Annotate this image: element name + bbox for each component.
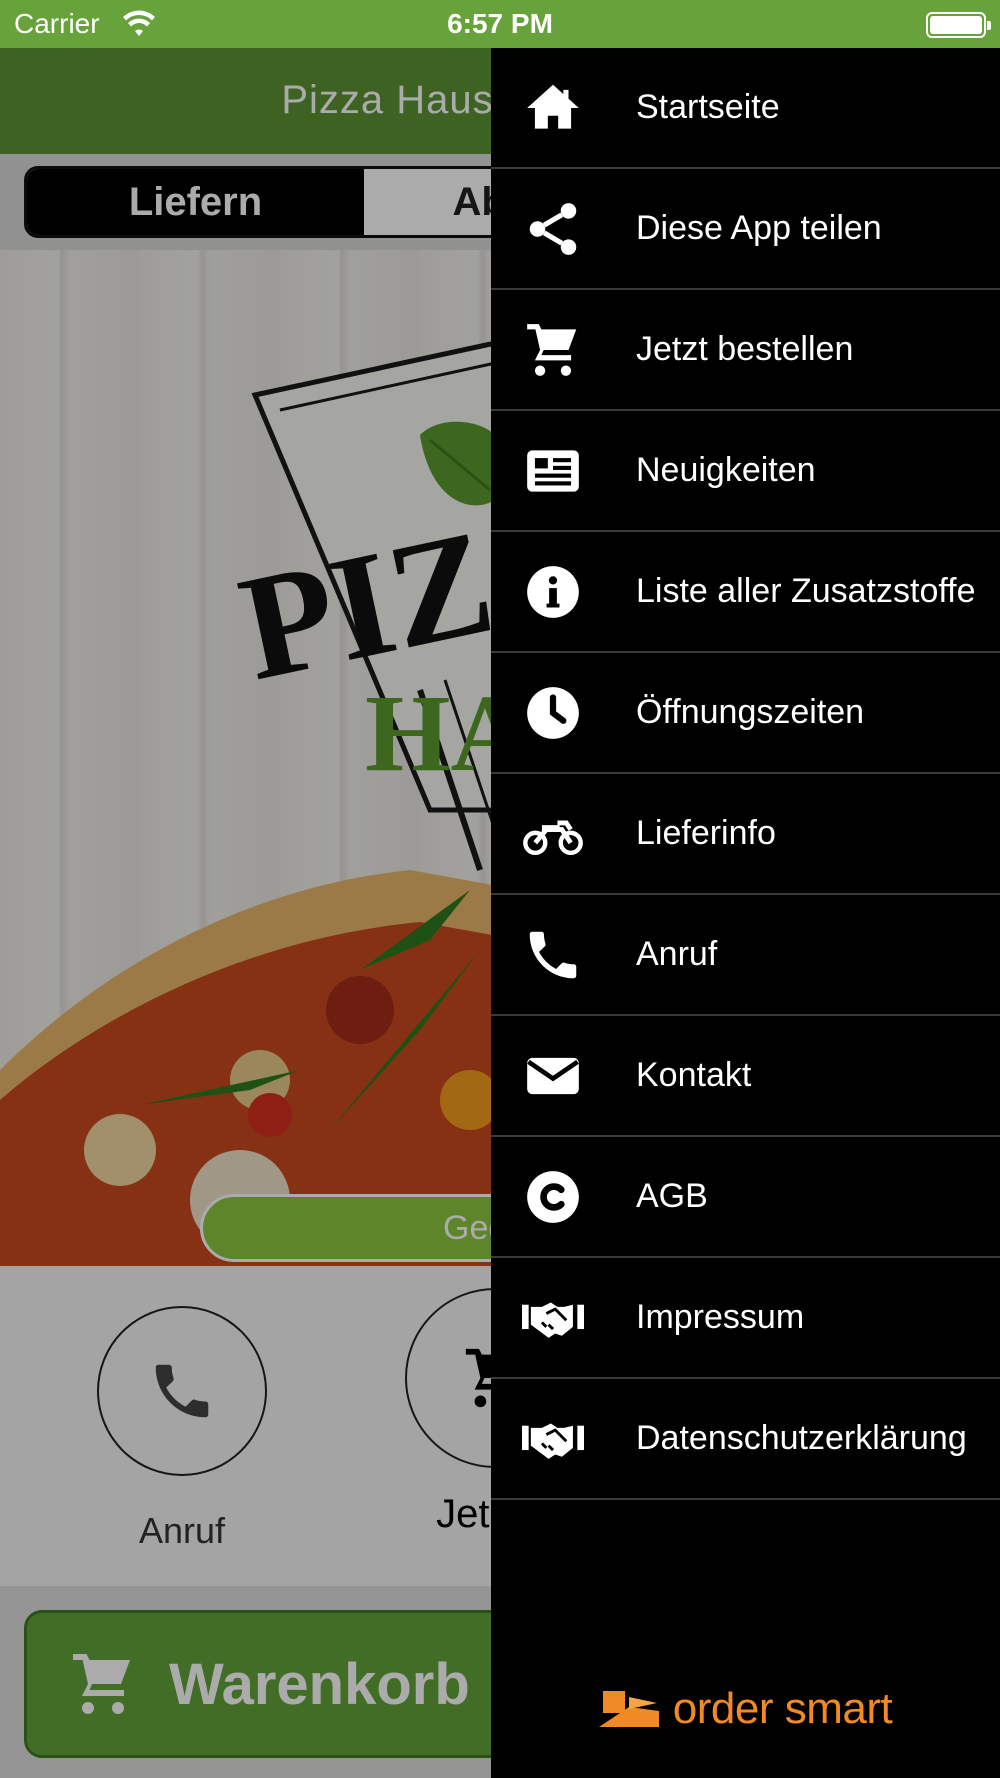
side-menu: Startseite Diese App teilen Jetzt bestel… — [491, 48, 1000, 1778]
menu-item-app-teilen[interactable]: Diese App teilen — [491, 169, 1000, 290]
clock-icon — [527, 686, 579, 739]
menu-item-anruf[interactable]: Anruf — [491, 895, 1000, 1016]
menu-item-label: Liste aller Zusatzstoffe — [636, 572, 976, 610]
share-icon — [529, 202, 577, 255]
menu-item-label: Öffnungszeiten — [636, 693, 865, 731]
menu-item-label: Neuigkeiten — [636, 451, 816, 489]
menu-item-startseite[interactable]: Startseite — [491, 48, 1000, 169]
envelope-icon — [527, 1057, 579, 1094]
motorcycle-icon — [523, 819, 583, 855]
menu-item-jetzt-bestellen[interactable]: Jetzt bestellen — [491, 290, 1000, 411]
menu-item-label: Impressum — [636, 1298, 805, 1336]
clock-time: 6:57 PM — [447, 8, 553, 39]
menu-item-label: Diese App teilen — [636, 209, 882, 247]
menu-item-label: Kontakt — [636, 1056, 752, 1094]
menu-item-label: Lieferinfo — [636, 814, 776, 852]
order-smart-brand: order smart — [491, 1684, 1000, 1734]
menu-item-kontakt[interactable]: Kontakt — [491, 1016, 1000, 1137]
home-icon — [527, 84, 579, 129]
handshake-icon — [522, 1423, 584, 1459]
menu-item-zusatzstoffe[interactable]: Liste aller Zusatzstoffe — [491, 532, 1000, 653]
menu-item-label: Datenschutzerklärung — [636, 1419, 967, 1457]
menu-item-label: Startseite — [636, 88, 780, 126]
copyright-icon — [527, 1170, 579, 1223]
menu-item-label: Anruf — [636, 935, 718, 973]
newspaper-icon — [527, 449, 579, 492]
order-smart-brand-text: order smart — [672, 1684, 893, 1733]
menu-item-label: Jetzt bestellen — [636, 330, 854, 368]
info-icon — [527, 565, 579, 618]
order-smart-logo-icon — [598, 1691, 659, 1727]
handshake-icon — [522, 1302, 584, 1338]
phone-icon — [529, 931, 577, 978]
cart-icon — [527, 323, 577, 376]
battery-icon — [926, 12, 991, 38]
menu-item-lieferinfo[interactable]: Lieferinfo — [491, 774, 1000, 895]
menu-item-datenschutz[interactable]: Datenschutzerklärung — [491, 1379, 1000, 1500]
menu-item-label: AGB — [636, 1177, 708, 1215]
status-bar: Carrier 6:57 PM — [0, 0, 1000, 48]
menu-item-oeffnungszeiten[interactable]: Öffnungszeiten — [491, 653, 1000, 774]
menu-item-impressum[interactable]: Impressum — [491, 1258, 1000, 1379]
menu-item-agb[interactable]: AGB — [491, 1137, 1000, 1258]
menu-item-neuigkeiten[interactable]: Neuigkeiten — [491, 411, 1000, 532]
